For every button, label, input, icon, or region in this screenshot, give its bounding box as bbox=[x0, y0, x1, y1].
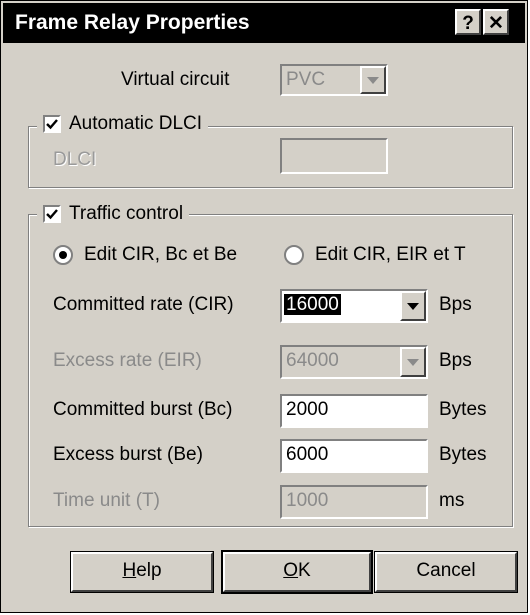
ok-button[interactable]: OK bbox=[221, 550, 373, 594]
automatic-dlci-label: Automatic DLCI bbox=[69, 113, 203, 134]
close-icon[interactable]: ✕ bbox=[483, 9, 509, 35]
checkmark-icon bbox=[46, 209, 58, 220]
automatic-dlci-legend: Automatic DLCI bbox=[37, 113, 209, 135]
traffic-control-checkbox[interactable] bbox=[43, 205, 61, 223]
committed-rate-value: 16000 bbox=[284, 294, 341, 315]
virtual-circuit-label: Virtual circuit bbox=[121, 69, 230, 90]
time-unit-label: Time unit (T) bbox=[53, 490, 160, 511]
chevron-down-icon[interactable] bbox=[400, 347, 426, 377]
committed-burst-label: Committed burst (Bc) bbox=[53, 399, 233, 420]
window-title: Frame Relay Properties bbox=[15, 11, 250, 34]
eir-unit: Bps bbox=[439, 350, 472, 371]
virtual-circuit-value: PVC bbox=[286, 69, 326, 90]
excess-rate-combo[interactable]: 64000 bbox=[280, 345, 428, 379]
automatic-dlci-checkbox[interactable] bbox=[43, 115, 61, 133]
cir-unit: Bps bbox=[439, 294, 472, 315]
ok-button-mnemonic: O bbox=[283, 560, 299, 581]
chevron-down-icon[interactable] bbox=[400, 291, 426, 321]
time-unit-input[interactable]: 1000 bbox=[280, 485, 428, 519]
committed-burst-input[interactable]: 2000 bbox=[280, 394, 428, 428]
committed-rate-combo[interactable]: 16000 bbox=[280, 289, 428, 323]
excess-burst-input[interactable]: 6000 bbox=[280, 439, 428, 473]
ok-button-label: K bbox=[298, 560, 311, 581]
help-button-mnemonic: H bbox=[122, 560, 137, 581]
automatic-dlci-group bbox=[28, 126, 513, 188]
be-unit: Bytes bbox=[439, 444, 487, 465]
cancel-button[interactable]: Cancel bbox=[374, 551, 518, 593]
edit-cir-eir-t-radio[interactable] bbox=[284, 245, 304, 265]
traffic-control-label: Traffic control bbox=[69, 203, 184, 224]
dlci-label: DLCI bbox=[53, 149, 97, 170]
edit-cir-bc-be-label: Edit CIR, Bc et Be bbox=[84, 244, 238, 265]
traffic-control-legend: Traffic control bbox=[37, 203, 190, 225]
virtual-circuit-select[interactable]: PVC bbox=[280, 64, 388, 96]
excess-burst-label: Excess burst (Be) bbox=[53, 444, 203, 465]
committed-rate-label: Committed rate (CIR) bbox=[53, 294, 234, 315]
help-question-icon[interactable]: ? bbox=[455, 9, 481, 35]
help-button-label: elp bbox=[136, 560, 162, 581]
title-bar: Frame Relay Properties ? ✕ bbox=[3, 3, 525, 43]
excess-rate-label: Excess rate (EIR) bbox=[53, 350, 202, 371]
edit-cir-eir-t-label: Edit CIR, EIR et T bbox=[315, 244, 466, 265]
edit-cir-bc-be-radio[interactable] bbox=[53, 245, 73, 265]
excess-rate-value: 64000 bbox=[286, 350, 339, 371]
chevron-down-icon[interactable] bbox=[360, 66, 386, 94]
bc-unit: Bytes bbox=[439, 399, 487, 420]
dlci-input[interactable] bbox=[280, 138, 388, 174]
t-unit: ms bbox=[439, 490, 465, 511]
checkmark-icon bbox=[46, 119, 58, 130]
help-button[interactable]: Help bbox=[70, 551, 214, 593]
frame-relay-properties-dialog: Frame Relay Properties ? ✕ Virtual circu… bbox=[0, 0, 528, 613]
